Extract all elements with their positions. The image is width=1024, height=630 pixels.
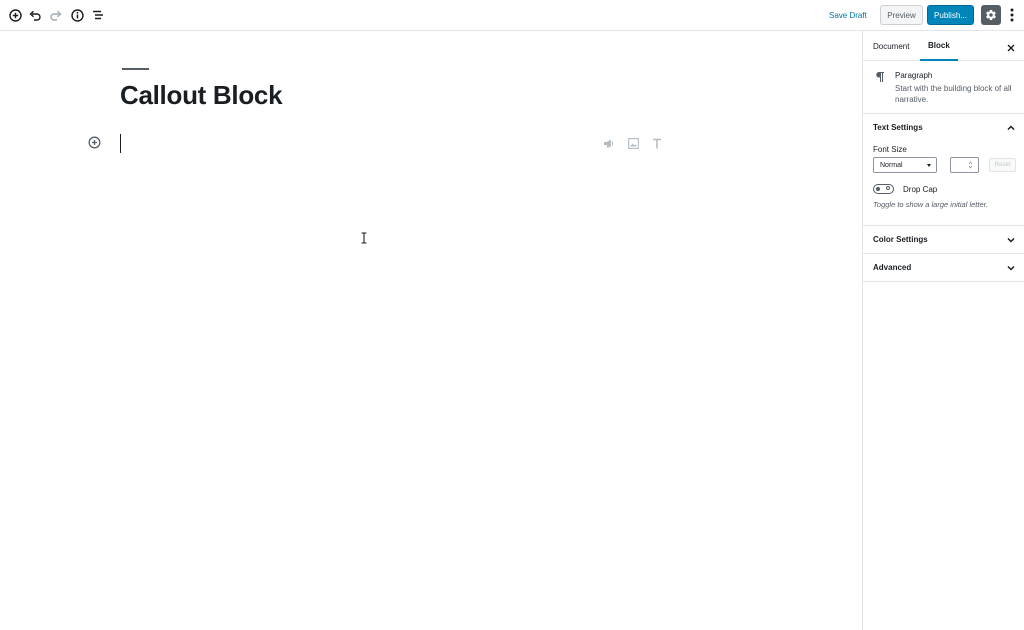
add-block-icon[interactable] [7,7,23,23]
publish-button[interactable]: Publish... [927,5,974,25]
image-block-icon[interactable] [627,137,639,149]
title-separator [122,68,149,70]
advanced-toggle[interactable]: Advanced [863,254,1024,281]
font-size-label: Font Size [873,145,907,154]
color-settings-toggle[interactable]: Color Settings [863,226,1024,253]
more-vertical-icon [1010,8,1014,22]
text-caret [120,134,121,153]
settings-button[interactable] [981,5,1001,25]
outline-icon[interactable] [90,7,106,23]
settings-sidebar: Document Block Paragraph Start with the … [862,31,1024,630]
save-draft-button[interactable]: Save Draft [823,6,873,25]
sidebar-tabs: Document Block [863,31,1024,61]
text-settings-toggle[interactable]: Text Settings [863,114,1024,141]
redo-icon[interactable] [48,7,64,23]
spinner-arrows-icon [968,161,973,169]
editor-canvas[interactable]: Callout Block [0,31,862,630]
tab-document[interactable]: Document [873,31,909,61]
post-title[interactable]: Callout Block [120,80,283,111]
panel-title: Color Settings [873,235,928,244]
close-icon[interactable] [1006,40,1016,52]
advanced-panel: Advanced [863,254,1024,282]
toggle-knob [876,186,880,191]
gear-icon [986,10,996,21]
drop-cap-toggle[interactable] [873,184,894,194]
font-size-reset-button[interactable]: Reset [989,158,1016,172]
editor-header: Save Draft Preview Publish... [0,0,1024,31]
font-size-select-value: Normal [880,161,903,169]
ibeam-cursor-icon [360,231,368,244]
panel-title: Text Settings [873,123,923,132]
chevron-down-icon [927,164,931,167]
undo-icon[interactable] [27,7,43,23]
preview-button[interactable]: Preview [880,5,923,25]
panel-title: Advanced [873,263,912,272]
font-size-select[interactable]: Normal [873,157,937,173]
block-name: Paragraph [895,71,933,80]
chevron-up-icon [1006,123,1016,133]
text-settings-panel: Text Settings Font Size Normal Reset Dro… [863,114,1024,226]
custom-font-size-input[interactable] [950,157,979,173]
info-icon[interactable] [69,7,85,23]
block-card: Paragraph Start with the building block … [863,61,1024,114]
more-options-button[interactable] [1006,6,1018,24]
paragraph-icon [875,70,887,82]
callout-block-icon[interactable] [603,137,615,149]
chevron-down-icon [1006,235,1016,245]
block-description: Start with the building block of all nar… [895,84,1012,104]
toggle-off-icon [886,186,890,190]
color-settings-panel: Color Settings [863,226,1024,254]
tab-block[interactable]: Block [920,31,958,61]
block-inserter-icon[interactable] [88,136,101,149]
drop-cap-help: Toggle to show a large initial letter. [873,200,988,209]
text-settings-body: Font Size Normal Reset Drop Cap Toggle t… [863,141,1024,225]
drop-cap-label: Drop Cap [903,185,938,194]
chevron-down-icon [1006,263,1016,273]
heading-block-icon[interactable] [651,137,663,149]
